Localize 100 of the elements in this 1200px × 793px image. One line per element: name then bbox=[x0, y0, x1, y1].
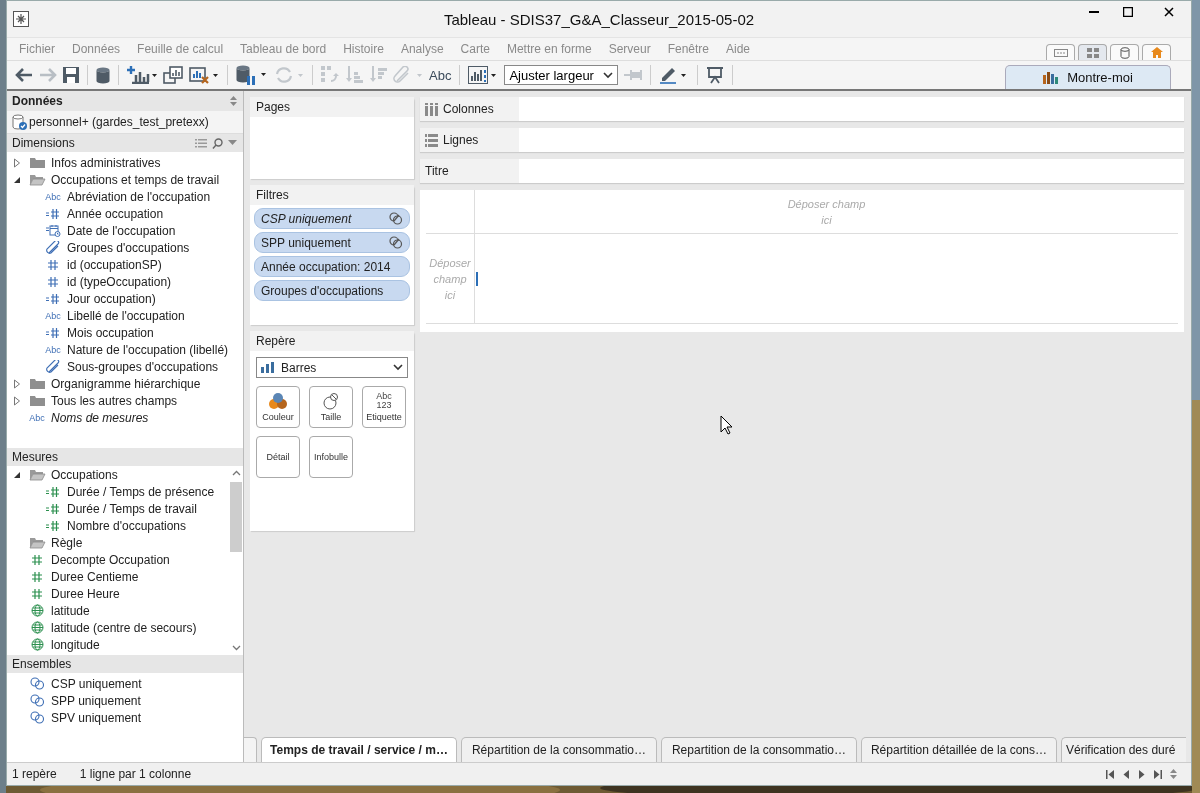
field-item[interactable]: Durée / Temps de présence bbox=[67, 484, 215, 499]
clear-sheet-icon[interactable] bbox=[189, 66, 219, 84]
data-source-item[interactable]: personnel+ (gardes_test_pretexx) bbox=[7, 111, 243, 134]
section-title: Ensembles bbox=[12, 657, 72, 671]
first-page-icon[interactable] bbox=[1106, 769, 1115, 779]
shelf[interactable]: Colonnes bbox=[420, 97, 1184, 121]
type-label: Abc bbox=[45, 191, 61, 202]
field-item[interactable]: Occupations bbox=[51, 467, 118, 482]
close-icon[interactable] bbox=[1164, 7, 1174, 17]
hash-icon bbox=[45, 502, 61, 515]
field-item[interactable]: Nombre d'occupations bbox=[67, 518, 187, 533]
sheet-tab[interactable]: Repartition de la consommatio… bbox=[661, 737, 857, 762]
field-item[interactable]: SPP uniquement bbox=[51, 693, 141, 708]
field-item[interactable]: SPV uniquement bbox=[51, 710, 142, 725]
home-tab-icon[interactable] bbox=[1142, 44, 1171, 60]
field-item[interactable]: Duree Centieme bbox=[51, 569, 139, 584]
field-item[interactable]: Abréviation de l'occupation bbox=[67, 189, 211, 204]
database-check-icon bbox=[12, 114, 28, 130]
paperclip-icon[interactable] bbox=[393, 66, 423, 84]
shelf[interactable]: Lignes bbox=[420, 128, 1184, 152]
field-item[interactable]: Libellé de l'occupation bbox=[67, 308, 185, 323]
presentation-icon[interactable] bbox=[706, 66, 725, 84]
duplicate-sheet-icon[interactable] bbox=[163, 66, 183, 84]
filter-pill[interactable]: CSP uniquement bbox=[254, 208, 410, 229]
field-item[interactable]: Date de l'occupation bbox=[67, 223, 176, 238]
filter-pill[interactable]: Groupes d'occupations bbox=[254, 280, 410, 301]
filter-pill[interactable]: Année occupation: 2014 bbox=[254, 256, 410, 277]
field-item[interactable]: Jour occupation) bbox=[67, 291, 156, 306]
field-item[interactable]: CSP uniquement bbox=[51, 676, 142, 691]
field-item[interactable]: Duree Heure bbox=[51, 586, 120, 601]
expand-icon[interactable] bbox=[13, 157, 21, 168]
field-item[interactable]: id (occupationSP) bbox=[67, 257, 162, 272]
mark-property-button[interactable]: Abc 123 Etiquette bbox=[362, 386, 406, 428]
hash-icon bbox=[31, 587, 43, 600]
hash-icon bbox=[47, 258, 59, 271]
dropdown-arrow-icon[interactable] bbox=[228, 140, 237, 146]
next-page-icon[interactable] bbox=[1138, 769, 1145, 779]
show-me-button[interactable]: Montre-moi bbox=[1005, 65, 1171, 89]
field-item[interactable]: longitude bbox=[51, 637, 100, 652]
scroll-down-icon[interactable] bbox=[231, 645, 241, 651]
save-icon[interactable] bbox=[63, 67, 79, 83]
search-icon[interactable] bbox=[212, 137, 223, 149]
field-item[interactable]: Nature de l'occupation (libellé) bbox=[67, 342, 229, 357]
filter-pill[interactable]: SPP uniquement bbox=[254, 232, 410, 253]
list-view-icon[interactable] bbox=[195, 138, 207, 148]
field-item[interactable]: Decompte Occupation bbox=[51, 552, 170, 567]
scroll-up-icon[interactable] bbox=[231, 470, 241, 476]
expand-icon[interactable] bbox=[13, 395, 21, 406]
field-item[interactable]: Noms de mesures bbox=[51, 410, 149, 425]
field-item[interactable]: id (typeOccupation) bbox=[67, 274, 172, 289]
sort-icon[interactable] bbox=[1170, 769, 1177, 779]
sheet-tab[interactable]: Temps de travail / service / m… bbox=[261, 737, 457, 762]
field-item[interactable]: Sous-groupes d'occupations bbox=[67, 359, 219, 374]
card-title: Filtres bbox=[250, 185, 414, 205]
mark-property-button[interactable]: Infobulle bbox=[309, 436, 353, 478]
field-item[interactable]: Mois occupation bbox=[67, 325, 154, 340]
show-labels-button[interactable]: Abc bbox=[429, 67, 452, 83]
mark-property-button[interactable]: Détail bbox=[256, 436, 300, 478]
size-icon bbox=[323, 392, 339, 410]
hash-icon bbox=[45, 292, 61, 305]
hash-icon bbox=[45, 485, 61, 498]
expand-icon[interactable] bbox=[13, 378, 21, 389]
field-item[interactable]: latitude bbox=[51, 603, 90, 618]
sort-icon[interactable] bbox=[230, 96, 237, 106]
set-icon bbox=[389, 236, 403, 249]
field-item[interactable]: Durée / Temps de travail bbox=[67, 501, 197, 516]
field-item[interactable]: latitude (centre de secours) bbox=[51, 620, 197, 635]
mark-property-button[interactable]: Couleur bbox=[256, 386, 300, 428]
sheet-tab[interactable]: Répartition de la consommatio… bbox=[461, 737, 657, 762]
drop-hint: Déposer champ ici bbox=[428, 255, 472, 303]
grid-tab-icon[interactable] bbox=[1078, 44, 1107, 60]
sheet-tab[interactable]: Répartition détaillée de la cons… bbox=[861, 737, 1057, 762]
maximize-icon[interactable] bbox=[1123, 7, 1133, 17]
database-icon[interactable] bbox=[96, 66, 110, 84]
field-item[interactable]: Tous les autres champs bbox=[51, 393, 178, 408]
field-item[interactable]: Année occupation bbox=[67, 206, 164, 221]
previous-page-icon[interactable] bbox=[1123, 769, 1130, 779]
last-page-icon[interactable] bbox=[1153, 769, 1162, 779]
mark-property-button[interactable]: Taille bbox=[309, 386, 353, 428]
new-sheet-icon[interactable] bbox=[127, 66, 157, 84]
field-item[interactable]: Règle bbox=[51, 535, 83, 550]
field-item[interactable]: Infos administratives bbox=[51, 155, 161, 170]
fit-dropdown[interactable]: Ajuster largeur bbox=[504, 65, 619, 85]
collapse-icon[interactable] bbox=[13, 175, 21, 184]
shelf-label: Lignes bbox=[443, 133, 479, 147]
field-item[interactable]: Occupations et temps de travail bbox=[51, 172, 220, 187]
status-text: 1 repère bbox=[12, 767, 57, 781]
mark-type-dropdown[interactable]: Barres bbox=[256, 357, 408, 378]
collapse-icon[interactable] bbox=[13, 470, 21, 479]
shelf[interactable]: Titre bbox=[420, 159, 1184, 183]
pause-data-icon[interactable] bbox=[236, 65, 268, 85]
database-tab-icon[interactable] bbox=[1110, 44, 1139, 60]
bar-chart-icon bbox=[1043, 71, 1060, 84]
field-item[interactable]: Organigramme hiérarchique bbox=[51, 376, 201, 391]
back-arrow-icon[interactable] bbox=[15, 68, 33, 82]
bar-chart-icon[interactable] bbox=[468, 66, 499, 84]
sheet-tab[interactable]: Vérification des duré bbox=[1061, 737, 1186, 762]
caption-tab-icon[interactable] bbox=[1046, 44, 1075, 60]
hash-icon bbox=[31, 570, 43, 583]
field-item[interactable]: Groupes d'occupations bbox=[67, 240, 190, 255]
